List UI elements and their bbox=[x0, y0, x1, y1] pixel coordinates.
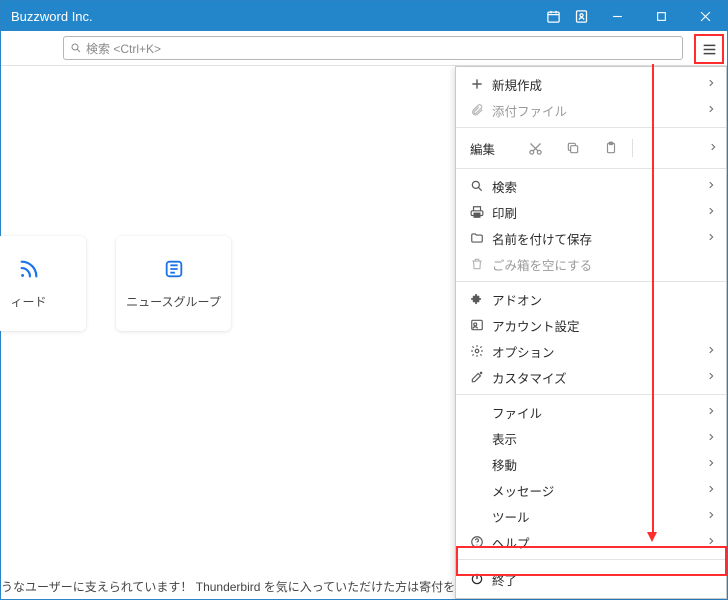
window-controls bbox=[595, 1, 727, 31]
menu-edit-row: 編集 bbox=[456, 132, 726, 164]
menu-tools[interactable]: ツール bbox=[456, 503, 726, 529]
chevron-right-icon bbox=[706, 483, 716, 497]
plus-icon bbox=[470, 77, 492, 91]
cut-button[interactable] bbox=[516, 141, 554, 156]
search-input[interactable]: 検索 <Ctrl+K> bbox=[63, 36, 683, 60]
menu-saveas[interactable]: 名前を付けて保存 bbox=[456, 225, 726, 251]
chevron-right-icon bbox=[706, 535, 716, 549]
menu-exit[interactable]: 終了 bbox=[456, 564, 726, 594]
menu-help[interactable]: ヘルプ bbox=[456, 529, 726, 555]
search-placeholder: 検索 <Ctrl+K> bbox=[86, 40, 161, 57]
chevron-right-icon bbox=[706, 231, 716, 245]
menu-attach: 添付ファイル bbox=[456, 97, 726, 123]
power-icon bbox=[470, 572, 492, 586]
chevron-right-icon bbox=[706, 344, 716, 358]
maximize-button[interactable] bbox=[639, 1, 683, 31]
account-settings-icon bbox=[470, 318, 492, 332]
paperclip-icon bbox=[470, 103, 492, 117]
paste-button[interactable] bbox=[592, 141, 630, 155]
search-icon bbox=[470, 179, 492, 193]
copy-button[interactable] bbox=[554, 141, 592, 155]
card-label: ニュースグループ bbox=[126, 293, 221, 310]
menu-view[interactable]: 表示 bbox=[456, 425, 726, 451]
window-title: Buzzword Inc. bbox=[11, 9, 539, 24]
rss-icon bbox=[18, 258, 40, 283]
brush-icon bbox=[470, 370, 492, 384]
menu-account-settings[interactable]: アカウント設定 bbox=[456, 312, 726, 338]
app-menu-button[interactable] bbox=[694, 34, 724, 64]
chevron-right-icon bbox=[706, 179, 716, 193]
hamburger-icon bbox=[702, 43, 717, 56]
menu-print[interactable]: 印刷 bbox=[456, 199, 726, 225]
chevron-right-icon bbox=[708, 141, 718, 155]
chevron-right-icon bbox=[706, 405, 716, 419]
folder-icon bbox=[470, 231, 492, 245]
printer-icon bbox=[470, 205, 492, 219]
chevron-right-icon bbox=[706, 370, 716, 384]
menu-edit-label: 編集 bbox=[470, 139, 516, 158]
minimize-button[interactable] bbox=[595, 1, 639, 31]
app-menu: 新規作成 添付ファイル 編集 検索 bbox=[455, 66, 727, 599]
chevron-right-icon bbox=[706, 77, 716, 91]
puzzle-icon bbox=[470, 292, 492, 306]
chevron-right-icon bbox=[706, 509, 716, 523]
chevron-right-icon bbox=[706, 457, 716, 471]
separator bbox=[632, 139, 633, 157]
card-row: ィード ニュースグループ bbox=[0, 236, 231, 331]
contacts-icon[interactable] bbox=[567, 1, 595, 31]
gear-icon bbox=[470, 344, 492, 358]
menu-new[interactable]: 新規作成 bbox=[456, 71, 726, 97]
trash-icon bbox=[470, 257, 492, 271]
chevron-right-icon bbox=[706, 103, 716, 117]
menu-addons[interactable]: アドオン bbox=[456, 286, 726, 312]
menu-options[interactable]: オプション bbox=[456, 338, 726, 364]
menu-empty-trash: ごみ箱を空にする bbox=[456, 251, 726, 277]
card-label: ィード bbox=[10, 293, 46, 310]
titlebar-right-icons bbox=[539, 1, 595, 31]
chevron-right-icon bbox=[706, 431, 716, 445]
chevron-right-icon bbox=[706, 205, 716, 219]
menu-search[interactable]: 検索 bbox=[456, 173, 726, 199]
menu-customize[interactable]: カスタマイズ bbox=[456, 364, 726, 390]
menu-message[interactable]: メッセージ bbox=[456, 477, 726, 503]
menu-file[interactable]: ファイル bbox=[456, 399, 726, 425]
app-window: Buzzword Inc. 検索 <Ctrl+K> bbox=[0, 0, 728, 600]
search-icon bbox=[70, 42, 82, 54]
news-icon bbox=[163, 258, 185, 283]
help-icon bbox=[470, 535, 492, 549]
titlebar: Buzzword Inc. bbox=[1, 1, 727, 31]
calendar-icon[interactable] bbox=[539, 1, 567, 31]
card-feed[interactable]: ィード bbox=[0, 236, 86, 331]
footer-text: うなユーザーに支えられています！ Thunderbird を気に入っていただけた… bbox=[1, 578, 479, 595]
toolbar: 検索 <Ctrl+K> bbox=[1, 31, 727, 66]
menu-go[interactable]: 移動 bbox=[456, 451, 726, 477]
close-button[interactable] bbox=[683, 1, 727, 31]
card-newsgroup[interactable]: ニュースグループ bbox=[116, 236, 231, 331]
